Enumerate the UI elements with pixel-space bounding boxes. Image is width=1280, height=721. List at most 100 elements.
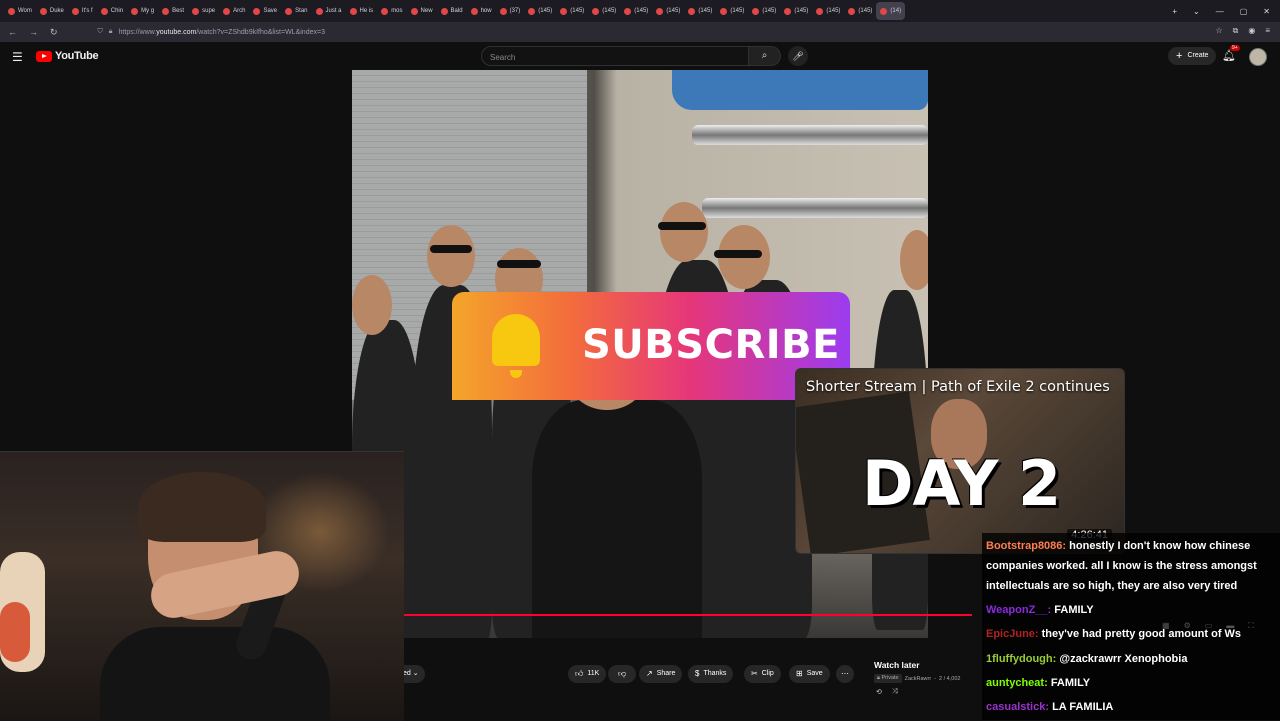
browser-tab[interactable]: how (467, 2, 496, 20)
more-actions-button[interactable]: ⋯ (836, 665, 854, 683)
browser-tab[interactable]: New (407, 2, 437, 20)
chat-message-text: FAMILY (1054, 604, 1094, 616)
voice-search-button[interactable]: 🎤︎ (788, 46, 808, 66)
browser-tab[interactable]: (145) (556, 2, 588, 20)
loop-icon[interactable]: ⟲ (876, 688, 882, 696)
browser-tab[interactable]: Duke (36, 2, 68, 20)
bell-icon (492, 314, 540, 378)
browser-tab[interactable]: Stan (281, 2, 311, 20)
browser-tab[interactable]: (145) (844, 2, 876, 20)
chat-username[interactable]: WeaponZ__ (986, 604, 1048, 616)
browser-tab[interactable]: Best (158, 2, 188, 20)
chat-message: companies worked. all I know is the stre… (986, 556, 1257, 576)
tab-favicon-icon (784, 7, 792, 15)
playlist-position: 2 / 4,002 (939, 675, 961, 682)
playlist-owner[interactable]: ZackRawrr (905, 676, 932, 682)
close-icon[interactable]: ✕ (1263, 7, 1270, 16)
minimize-icon[interactable]: — (1216, 7, 1224, 16)
avatar[interactable] (1249, 48, 1267, 66)
chat-message: casualstick: LA FAMILIA (986, 697, 1113, 717)
chat-username[interactable]: auntycheat (986, 677, 1044, 689)
browser-tab[interactable]: It's f (68, 2, 97, 20)
thumbs-up-icon: 👍︎ (575, 669, 584, 678)
playlist-title[interactable]: Watch later (874, 660, 920, 670)
reload-icon[interactable]: ↻ (50, 27, 58, 38)
chevron-down-icon[interactable]: ⌄ (1193, 7, 1200, 16)
chat-message-text: LA FAMILIA (1052, 701, 1114, 713)
browser-tab[interactable]: (145) (524, 2, 556, 20)
share-icon: ↗ (646, 669, 653, 678)
browser-tab[interactable]: (145) (684, 2, 716, 20)
browser-tab[interactable]: He is (346, 2, 378, 20)
forward-icon[interactable]: → (29, 27, 38, 38)
stream-thumbnail-overlay: Shorter Stream | Path of Exile 2 continu… (795, 368, 1125, 554)
browser-tab[interactable]: Bald (437, 2, 467, 20)
search-input[interactable] (482, 48, 748, 67)
tab-label: He is (359, 8, 374, 14)
browser-tab[interactable]: (145) (748, 2, 780, 20)
bookmark-star-icon[interactable]: ☆ (1215, 26, 1222, 36)
youtube-logo[interactable]: YouTube (36, 50, 99, 62)
chat-username[interactable]: Bootstrap8086 (986, 540, 1062, 552)
address-field[interactable]: ⛉ 🔒︎ https://www.youtube.com/watch?v=ZSh… (98, 28, 325, 36)
chat-overlay: Bootstrap8086: honestly I don't know how… (982, 533, 1280, 720)
grid-icon: ▦ (1162, 621, 1170, 630)
browser-tab[interactable]: (145) (780, 2, 812, 20)
create-button[interactable]: + Create (1168, 47, 1217, 65)
video-actions-row: ed ⌄ 👍︎ 11K 👎︎ ↗ Share $ Thanks ✂ Clip ⊞… (403, 660, 854, 688)
back-icon[interactable]: ← (8, 27, 17, 38)
tab-favicon-icon (71, 7, 79, 15)
menu-icon[interactable]: ≡ (1265, 26, 1270, 36)
thanks-button[interactable]: $ Thanks (688, 665, 734, 683)
browser-tab[interactable]: supe (188, 2, 219, 20)
tab-favicon-icon (223, 7, 231, 15)
browser-tab[interactable]: Arch (219, 2, 249, 20)
tab-favicon-icon (816, 7, 824, 15)
save-button[interactable]: ⊞ Save (789, 665, 830, 683)
browser-tab[interactable]: Save (249, 2, 281, 20)
search-button[interactable]: ⌕ (749, 46, 781, 66)
shuffle-icon[interactable]: ⤨ (892, 688, 898, 696)
subscribed-dropdown[interactable]: ed ⌄ (403, 665, 425, 683)
browser-tab[interactable]: My g (127, 2, 158, 20)
browser-tab[interactable]: Wom (4, 2, 36, 20)
browser-tab[interactable]: (145) (812, 2, 844, 20)
video-progress-bar[interactable] (352, 614, 972, 616)
thanks-icon: $ (695, 669, 700, 678)
browser-tab[interactable]: (145) (620, 2, 652, 20)
browser-tab[interactable]: (145) (716, 2, 748, 20)
hamburger-menu-icon[interactable]: ☰ (12, 50, 23, 64)
chat-message: intellectuals are so high, they are also… (986, 576, 1237, 596)
thumbs-down-icon: 👎︎ (617, 669, 627, 678)
dislike-button[interactable]: 👎︎ (608, 665, 636, 683)
extensions-icon[interactable]: ⧉ (1233, 26, 1239, 36)
browser-tab[interactable]: mos (377, 2, 406, 20)
browser-tab[interactable]: (14) (876, 2, 906, 20)
browser-tab[interactable]: Just a (312, 2, 346, 20)
share-label: Share (656, 670, 676, 677)
new-tab-icon[interactable]: + (1172, 7, 1177, 16)
video-scene-head (352, 275, 392, 335)
chat-username[interactable]: casualstick (986, 701, 1045, 713)
tab-favicon-icon (39, 7, 47, 15)
notifications-button[interactable]: 🔔︎ 9+ (1222, 45, 1240, 62)
tab-label: Wom (18, 8, 32, 14)
tab-label: supe (202, 8, 216, 14)
microphone-icon: 🎤︎ (792, 51, 804, 61)
tab-label: (145) (858, 8, 873, 14)
chat-username[interactable]: EpicJune (986, 628, 1035, 640)
search-box (481, 46, 749, 67)
video-scene-sunglasses (497, 260, 541, 268)
browser-tab[interactable]: (145) (588, 2, 620, 20)
like-button[interactable]: 👍︎ 11K (568, 665, 607, 683)
browser-tab[interactable]: Chin (97, 2, 127, 20)
browser-tab[interactable]: (145) (652, 2, 684, 20)
share-button[interactable]: ↗ Share (639, 665, 683, 683)
account-icon[interactable]: ◉ (1248, 26, 1255, 36)
maximize-icon[interactable]: ▢ (1240, 7, 1248, 16)
save-label: Save (806, 670, 823, 677)
browser-tab[interactable]: (37) (496, 2, 525, 20)
url-prefix: https://www. (118, 28, 157, 36)
clip-button[interactable]: ✂ Clip (744, 665, 781, 683)
chat-username[interactable]: 1fluffydough (986, 653, 1053, 665)
